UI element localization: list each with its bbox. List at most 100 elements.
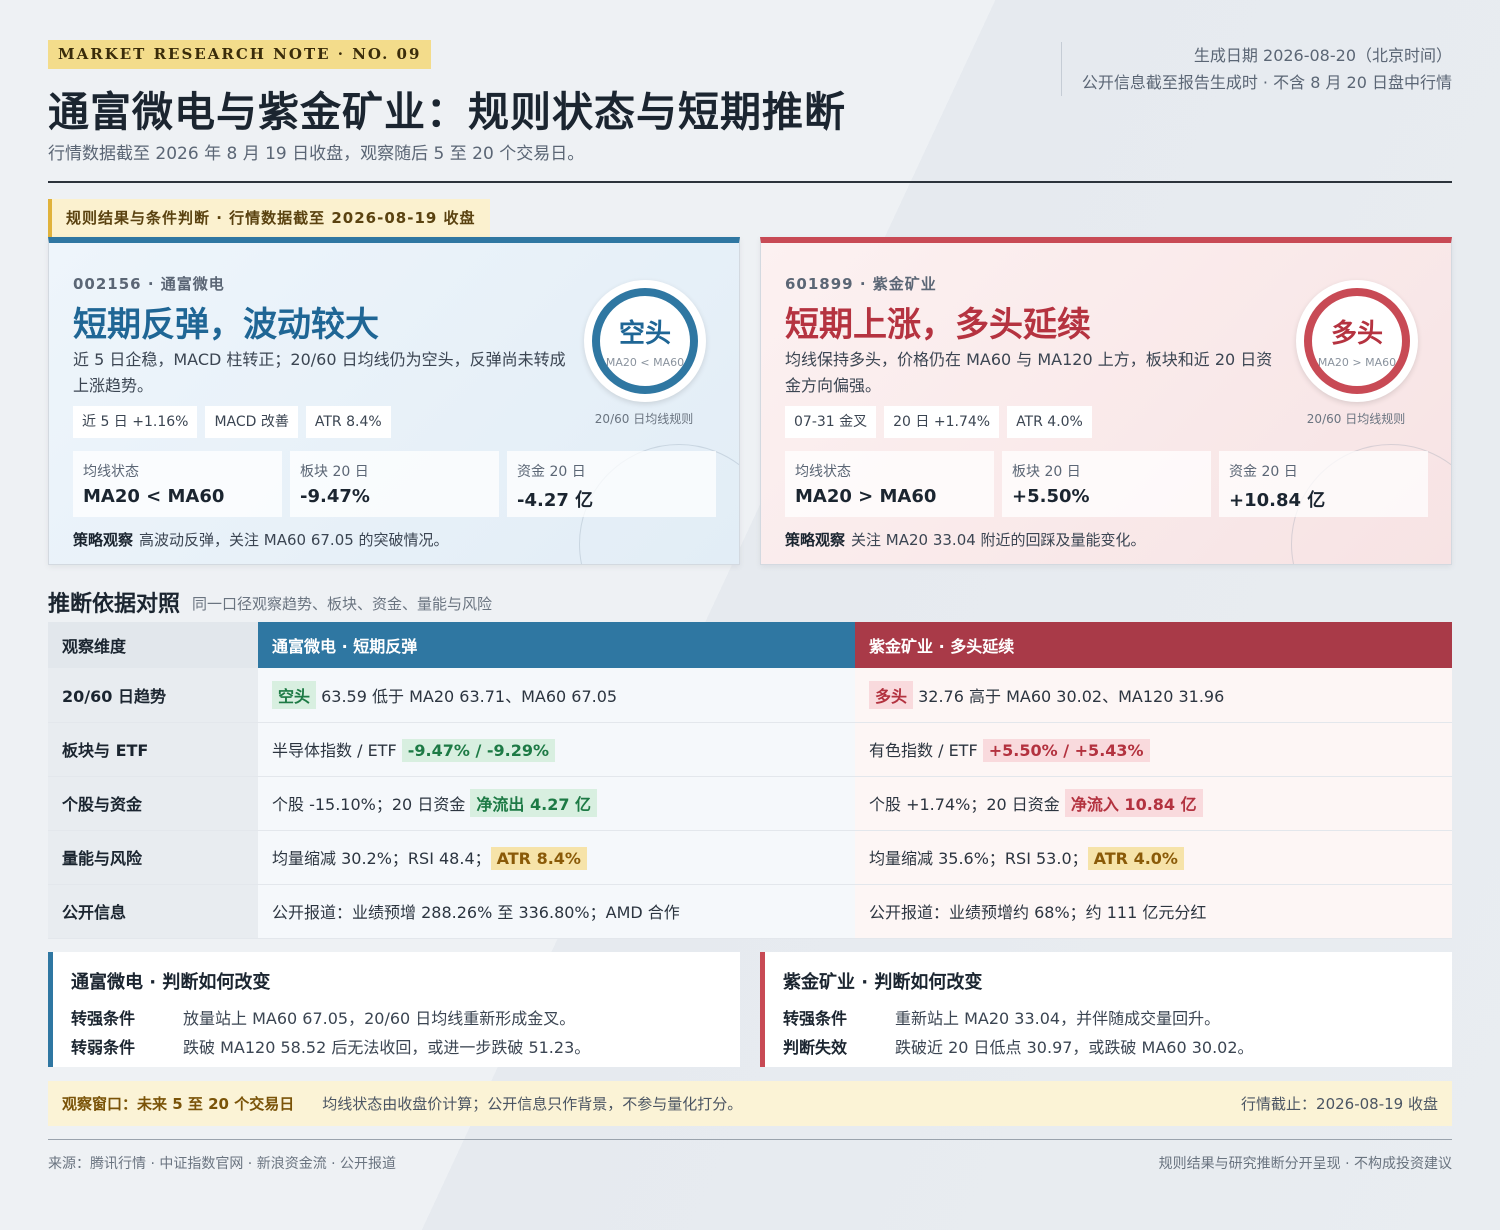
row-dimension: 个股与资金 — [48, 776, 258, 831]
condition-row: 转弱条件 跌破 MA120 58.52 后无法收回，或进一步跌破 51.23。 — [71, 1033, 722, 1062]
tongfu-cell: 半导体指数 / ETF -9.47% / -9.29% — [258, 722, 855, 777]
badge-note: 20/60 日均线规则 — [594, 412, 694, 426]
zijin-cell: 个股 +1.74%；20 日资金 净流入 10.84 亿 — [855, 776, 1452, 831]
stat-list: 均线状态 MA20 > MA60 板块 20 日 +5.50% 资金 20 日 … — [785, 451, 1428, 517]
stat-label: 均线状态 — [83, 464, 139, 480]
stat-value: +10.84 亿 — [1229, 490, 1326, 511]
window-desc: 均线状态由收盘价计算；公开信息只作背景，不参与量化打分。 — [322, 1095, 743, 1113]
column-header: 通富微电 · 短期反弹 — [258, 622, 855, 668]
observation-window: 观察窗口：未来 5 至 20 个交易日 均线状态由收盘价计算；公开信息只作背景，… — [48, 1081, 1452, 1126]
badge-word: 多头 — [1330, 319, 1383, 349]
table-row: 个股与资金 个股 -15.10%；20 日资金 净流出 4.27 亿 个股 +1… — [48, 776, 1452, 831]
zijin-cell: 有色指数 / ETF +5.50% / +5.43% — [855, 722, 1452, 777]
highlight-pill: 净流入 10.84 亿 — [1064, 789, 1203, 817]
cell-text: 均量缩减 35.6%；RSI 53.0； — [869, 848, 1088, 868]
stock-code: 601899 · 紫金矿业 — [785, 275, 937, 293]
stat-value: MA20 < MA60 — [83, 486, 225, 507]
condition-row: 转强条件 重新站上 MA20 33.04，并伴随成交量回升。 — [783, 1004, 1434, 1033]
tongfu-cell: 个股 -15.10%；20 日资金 净流出 4.27 亿 — [258, 776, 855, 831]
stat-value: MA20 > MA60 — [795, 486, 937, 507]
row-dimension: 量能与风险 — [48, 830, 258, 885]
strategy-note: 策略观察 高波动反弹，关注 MA60 67.05 的突破情况。 — [73, 529, 449, 550]
chip: MACD 改善 — [205, 406, 298, 438]
table-row: 20/60 日趋势 空头 63.59 低于 MA20 63.71、MA60 67… — [48, 668, 1452, 723]
highlight-pill: 多头 — [869, 680, 914, 709]
condition-label: 转强条件 — [71, 1009, 136, 1028]
cell-text: 63.59 低于 MA20 63.71、MA60 67.05 — [316, 686, 618, 706]
column-header: 观察维度 — [48, 622, 258, 668]
strategy-text: 关注 MA20 33.04 附近的回踩及量能变化。 — [851, 531, 1146, 549]
stat-value: -9.47% — [300, 486, 370, 507]
footer-sources: 来源：腾讯行情 · 中证指数官网 · 新浪资金流 · 公开报道 — [48, 1156, 397, 1172]
cell-text: 半导体指数 / ETF — [272, 740, 402, 760]
stat-value: +5.50% — [1012, 486, 1090, 507]
condition-label: 转弱条件 — [71, 1038, 136, 1057]
condition-row: 转强条件 放量站上 MA60 67.05，20/60 日均线重新形成金叉。 — [71, 1004, 722, 1033]
stat-value: -4.27 亿 — [517, 490, 594, 511]
stat-fund: 资金 20 日 -4.27 亿 — [507, 451, 716, 517]
change-box-zijin: 紫金矿业 · 判断如何改变 转强条件 重新站上 MA20 33.04，并伴随成交… — [760, 952, 1452, 1067]
cell-text: 个股 -15.10%；20 日资金 — [272, 795, 471, 814]
footer-disclaimer: 规则结果与研究推断分开呈现 · 不构成投资建议 — [1158, 1156, 1452, 1172]
report-meta: 生成日期 2026-08-20（北京时间） 公开信息截至报告生成时 · 不含 8… — [1060, 42, 1452, 96]
change-box-tongfu: 通富微电 · 判断如何改变 转强条件 放量站上 MA60 67.05，20/60… — [48, 952, 740, 1067]
cell-text: 32.76 高于 MA60 30.02、MA120 31.96 — [913, 686, 1225, 706]
note-tag: MARKET RESEARCH NOTE · NO. 09 — [48, 40, 432, 69]
badge-rule: MA20 > MA60 — [1317, 356, 1397, 369]
zijin-cell: 多头 32.76 高于 MA60 30.02、MA120 31.96 — [855, 668, 1452, 723]
stat-sector: 板块 20 日 +5.50% — [1002, 451, 1211, 517]
cell-text: 均量缩减 30.2%；RSI 48.4； — [272, 848, 491, 868]
chip: 20 日 +1.74% — [884, 406, 1000, 438]
highlight-pill: ATR 8.4% — [490, 846, 587, 870]
chip: ATR 8.4% — [305, 406, 391, 438]
stat-list: 均线状态 MA20 < MA60 板块 20 日 -9.47% 资金 20 日 … — [73, 451, 716, 517]
cutoff-note: 公开信息截至报告生成时 · 不含 8 月 20 日盘中行情 — [1081, 73, 1452, 92]
highlight-pill: -9.47% / -9.29% — [401, 738, 556, 762]
stat-sector: 板块 20 日 -9.47% — [290, 451, 499, 517]
strategy-text: 高波动反弹，关注 MA60 67.05 的突破情况。 — [139, 531, 449, 549]
condition-text: 重新站上 MA20 33.04，并伴随成交量回升。 — [895, 1009, 1221, 1028]
table-row: 量能与风险 均量缩减 30.2%；RSI 48.4； ATR 8.4% 均量缩减 … — [48, 830, 1452, 885]
chip: ATR 4.0% — [1007, 406, 1092, 438]
tongfu-cell: 公开报道：业绩预增 288.26% 至 336.80%；AMD 合作 — [258, 884, 855, 939]
badge-ring: 多头 MA20 > MA60 — [1304, 288, 1410, 394]
condition-text: 跌破 MA120 58.52 后无法收回，或进一步跌破 51.23。 — [183, 1038, 591, 1057]
zijin-cell: 公开报道：业绩预增约 68%；约 111 亿元分红 — [855, 884, 1452, 939]
chip: 近 5 日 +1.16% — [73, 406, 198, 438]
window-label: 观察窗口：未来 5 至 20 个交易日 — [62, 1095, 295, 1113]
column-header: 紫金矿业 · 多头延续 — [855, 622, 1452, 668]
strategy-label: 策略观察 — [73, 531, 134, 549]
condition-text: 跌破近 20 日低点 30.97，或跌破 MA60 30.02。 — [895, 1038, 1254, 1057]
card-headline: 短期上涨，多头延续 — [785, 305, 1091, 345]
stat-ma: 均线状态 MA20 < MA60 — [73, 451, 282, 517]
stat-fund: 资金 20 日 +10.84 亿 — [1219, 451, 1428, 517]
highlight-pill: 空头 — [272, 680, 317, 709]
strategy-note: 策略观察 关注 MA20 33.04 附近的回踩及量能变化。 — [785, 529, 1146, 550]
comparison-subtitle: 同一口径观察趋势、板块、资金、量能与风险 — [192, 595, 493, 613]
highlight-pill: +5.50% / +5.43% — [982, 738, 1150, 762]
card-description: 近 5 日企稳，MACD 柱转正；20/60 日均线仍为空头，反弹尚未转成上涨趋… — [73, 350, 566, 395]
chip-list: 近 5 日 +1.16% MACD 改善 ATR 8.4% — [73, 406, 391, 438]
page-subtitle: 行情数据截至 2026 年 8 月 19 日收盘，观察随后 5 至 20 个交易… — [48, 144, 585, 164]
condition-text: 放量站上 MA60 67.05，20/60 日均线重新形成金叉。 — [183, 1009, 576, 1028]
comparison-title: 推断依据对照 — [48, 591, 181, 617]
stock-code: 002156 · 通富微电 — [73, 275, 225, 293]
badge-note: 20/60 日均线规则 — [1306, 412, 1406, 426]
page-title: 通富微电与紫金矿业：规则状态与短期推断 — [48, 88, 846, 136]
stock-card-zijin: 601899 · 紫金矿业 短期上涨，多头延续 均线保持多头，价格仍在 MA60… — [760, 237, 1452, 565]
chip-list: 07-31 金叉 20 日 +1.74% ATR 4.0% — [785, 406, 1092, 438]
chip: 07-31 金叉 — [785, 406, 877, 438]
change-title: 紫金矿业 · 判断如何改变 — [783, 972, 983, 993]
trend-badge: 空头 MA20 < MA60 — [584, 280, 706, 402]
row-dimension: 公开信息 — [48, 884, 258, 939]
table-header-row: 观察维度 通富微电 · 短期反弹 紫金矿业 · 多头延续 — [48, 622, 1452, 668]
footer-divider — [48, 1139, 1452, 1140]
card-description: 均线保持多头，价格仍在 MA60 与 MA120 上方，板块和近 20 日资金方… — [785, 350, 1273, 395]
change-title: 通富微电 · 判断如何改变 — [71, 972, 271, 993]
stat-label: 资金 20 日 — [517, 464, 586, 480]
row-dimension: 20/60 日趋势 — [48, 668, 258, 723]
table-row: 公开信息 公开报道：业绩预增 288.26% 至 336.80%；AMD 合作 … — [48, 884, 1452, 939]
section-tag: 规则结果与条件判断 · 行情数据截至 2026-08-19 收盘 — [48, 199, 490, 237]
condition-row: 判断失效 跌破近 20 日低点 30.97，或跌破 MA60 30.02。 — [783, 1033, 1434, 1062]
stat-ma: 均线状态 MA20 > MA60 — [785, 451, 994, 517]
